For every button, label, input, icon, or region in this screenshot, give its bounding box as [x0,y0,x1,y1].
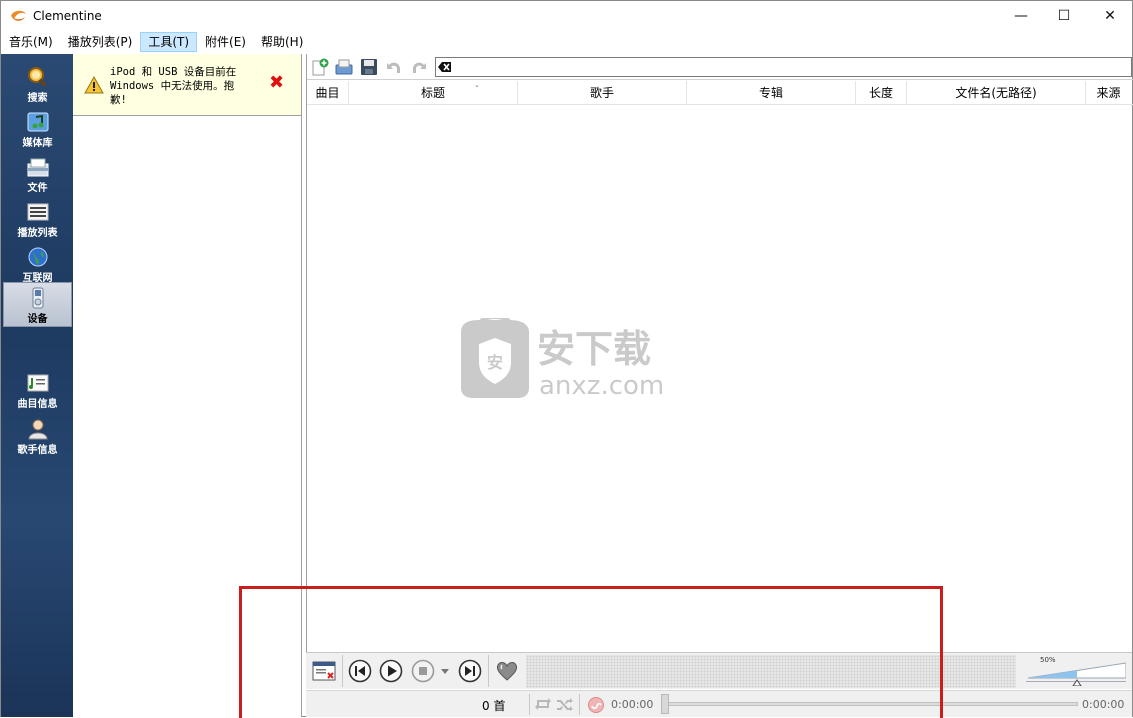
column-artist[interactable]: 歌手 [518,81,687,105]
watermark-domain-text: anxz.com [539,371,664,400]
window-title: Clementine [33,9,102,23]
maximize-button[interactable]: ☐ [1041,1,1087,31]
column-album[interactable]: 专辑 [687,81,856,105]
sidebar-label-playlists: 播放列表 [17,228,58,239]
menu-help[interactable]: 帮助(H) [254,32,310,52]
menu-playlist[interactable]: 播放列表(P) [61,32,140,52]
next-track-icon[interactable] [458,659,482,683]
sidebar-item-search[interactable]: 搜索 [3,62,72,107]
player-controls: 50% [306,652,1132,689]
sidebar: 搜索 媒体库 文件 播放列表 互联网 设备 曲目信息 歌手信息 [1,54,73,717]
lastfm-scrobble-icon[interactable] [587,696,605,714]
track-count: 0 首 [482,699,506,713]
watermark-cn-text: 安下载 [537,327,651,371]
column-track[interactable]: 曲目 [307,81,349,105]
column-source[interactable]: 来源 [1086,81,1131,105]
playlist-header: 曲目 ⌄ 标题 歌手 专辑 长度 文件名(无路径) 来源 [307,81,1133,105]
controls-separator [342,655,343,687]
status-bar: 0 首 0:00:00 0:00:00 [306,690,1132,717]
dismiss-notice-close-icon[interactable]: ✖ [269,74,287,92]
sidebar-label-song-info: 曲目信息 [17,399,58,410]
love-heart-icon[interactable] [495,659,519,683]
controls-separator [488,655,489,687]
load-playlist-icon[interactable] [335,58,353,76]
notice-line-2: Windows 中无法使用。抱 [110,80,235,92]
sidebar-item-song-info[interactable]: 曲目信息 [3,368,72,413]
devices-unavailable-notice: iPod 和 USB 设备目前在 Windows 中无法使用。抱 歉! ✖ [73,54,301,116]
volume-ramp [1026,662,1126,686]
close-button[interactable]: ✕ [1087,1,1133,31]
sidebar-label-devices: 设备 [27,314,48,325]
column-title-label: 标题 [420,86,445,100]
redo-icon[interactable] [410,58,428,76]
sidebar-label-files: 文件 [27,183,48,194]
now-playing-widget-icon[interactable] [312,659,336,683]
files-icon [27,158,48,177]
play-icon[interactable] [379,659,403,683]
sidebar-label-library: 媒体库 [22,138,53,149]
sidebar-item-playlists[interactable]: 播放列表 [3,197,72,242]
library-icon [27,112,48,132]
menu-bar: 音乐(M) 播放列表(P) 工具(T) 附件(E) 帮助(H) [1,31,1132,53]
seek-slider[interactable] [662,702,1078,706]
sidebar-item-library[interactable]: 媒体库 [3,107,72,152]
column-title[interactable]: ⌄ 标题 [349,81,518,105]
sidebar-label-search: 搜索 [27,93,48,104]
playlist-filter-input[interactable] [435,57,1132,77]
sort-indicator-icon: ⌄ [474,81,480,89]
previous-track-icon[interactable] [348,659,372,683]
main-window: Clementine — ☐ ✕ 音乐(M) 播放列表(P) 工具(T) 附件(… [0,0,1133,718]
minimize-button[interactable]: — [998,1,1044,31]
volume-slider[interactable]: 50% [1020,655,1130,688]
status-separator [529,694,530,715]
search-icon [27,67,46,87]
notice-line-3: 歉! [110,94,127,106]
column-length[interactable]: 长度 [856,81,907,105]
undo-icon[interactable] [385,58,403,76]
sidebar-label-artist-info: 歌手信息 [17,445,58,456]
sidebar-item-devices[interactable]: 设备 [3,282,72,327]
watermark-badge-text: 安 [487,353,503,372]
stop-options-chevron-down-icon[interactable] [438,659,452,683]
notice-message: iPod 和 USB 设备目前在 Windows 中无法使用。抱 歉! [110,65,285,107]
warning-icon [84,76,104,94]
sidebar-item-artist-info[interactable]: 歌手信息 [3,414,72,459]
title-bar: Clementine — ☐ ✕ [1,1,1132,31]
song-info-icon [27,374,48,392]
column-filename[interactable]: 文件名(无路径) [907,81,1086,105]
stop-icon[interactable] [411,659,435,683]
menu-music[interactable]: 音乐(M) [2,32,60,52]
anxz-watermark: 安 安下载 anxz.com [461,318,664,400]
shuffle-icon[interactable] [556,697,574,711]
status-separator [579,694,580,715]
total-time: 0:00:00 [1082,698,1125,711]
menu-tools[interactable]: 工具(T) [140,32,198,52]
new-playlist-icon[interactable] [311,58,329,76]
artist-info-icon [27,419,48,440]
save-playlist-icon[interactable] [360,58,378,76]
notice-line-1: iPod 和 USB 设备目前在 [110,66,237,78]
menu-extras[interactable]: 附件(E) [198,32,253,52]
clear-filter-icon[interactable] [438,61,452,73]
elapsed-time: 0:00:00 [611,698,654,711]
sidebar-item-internet[interactable]: 互联网 [3,242,72,287]
internet-icon [28,247,47,267]
device-icon [32,287,43,309]
seek-handle[interactable] [661,694,669,714]
devices-panel: iPod 和 USB 设备目前在 Windows 中无法使用。抱 歉! ✖ [73,54,302,717]
spectrum-analyzer[interactable] [526,655,1016,688]
playlist-toolbar [307,54,1133,80]
sidebar-item-files[interactable]: 文件 [3,152,72,197]
playlist-view: 曲目 ⌄ 标题 歌手 专辑 长度 文件名(无路径) 来源 安 安下载 anxz.… [306,54,1133,652]
repeat-icon[interactable] [534,697,552,711]
clementine-logo-icon [11,10,26,21]
playlists-icon [27,203,48,221]
